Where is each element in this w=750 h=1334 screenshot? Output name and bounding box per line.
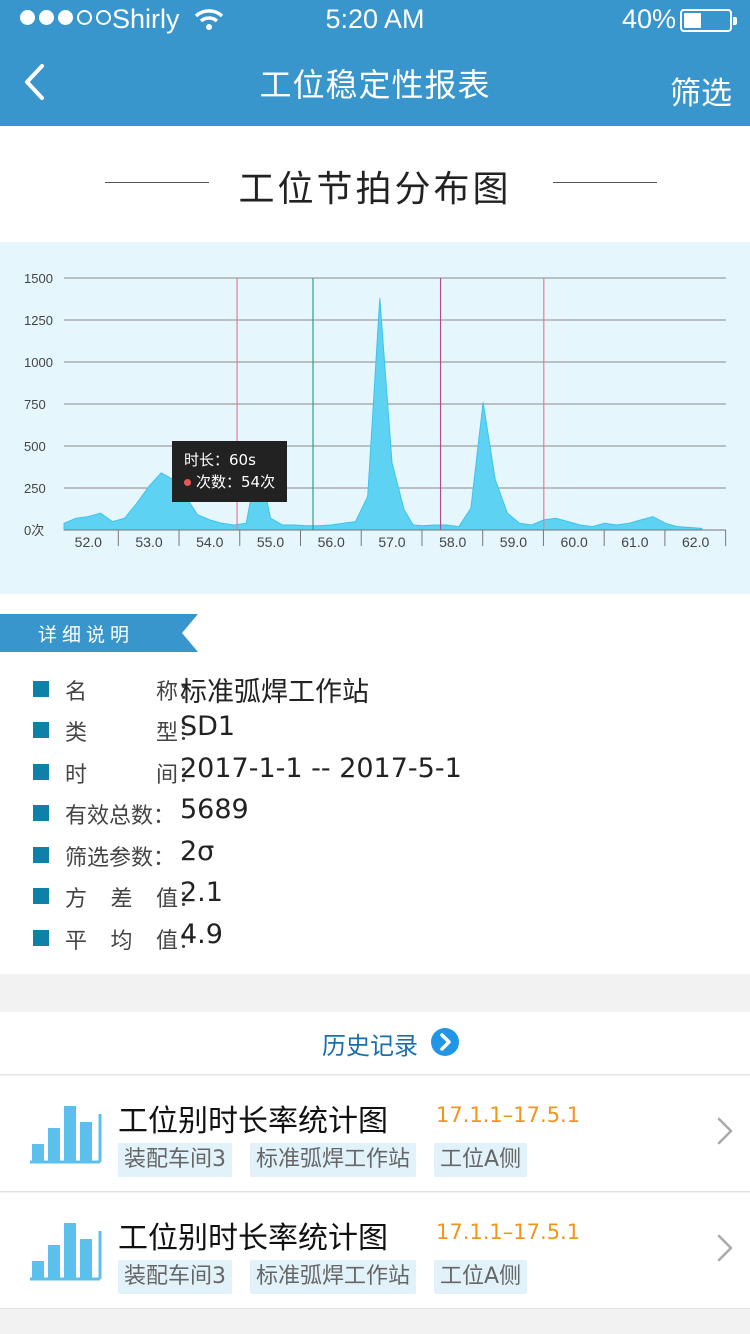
x-tick-label: 54.0 <box>196 534 223 550</box>
tag: 工位A侧 <box>434 1260 528 1294</box>
tooltip-duration: 时长：60s <box>184 451 256 469</box>
page-title: 工位稳定性报表 <box>259 66 491 104</box>
report-title: 工位别时长率统计图 <box>118 1104 388 1139</box>
battery-percentage: 40% <box>622 4 677 34</box>
detail-row: 类型： SD1 <box>33 711 733 747</box>
detail-row: 时间： 2017-1-1 -- 2017-5-1 <box>33 753 733 789</box>
tag: 标准弧焊工作站 <box>250 1260 417 1294</box>
chevron-right-icon[interactable] <box>716 1116 734 1146</box>
y-tick-label: 500 <box>24 439 46 454</box>
y-tick-label: 0次 <box>24 523 44 538</box>
detail-row: 方差值： 2.1 <box>33 877 733 913</box>
x-tick-label: 52.0 <box>75 534 102 550</box>
bullet-square-icon <box>33 847 49 863</box>
details-heading: 详细说明 <box>38 624 135 646</box>
status-bar: Shirly 5:20 AM 40% <box>0 0 750 40</box>
detail-label-part: 筛选参数： <box>65 846 176 871</box>
navigation-bar: 工位稳定性报表 筛选 <box>0 40 750 126</box>
x-tick-label: 55.0 <box>257 534 284 550</box>
battery-icon <box>680 9 737 32</box>
x-tick-label: 58.0 <box>439 534 466 550</box>
x-tick-label: 53.0 <box>135 534 162 550</box>
history-link[interactable]: 历史记录 <box>0 1012 750 1075</box>
bullet-square-icon <box>33 681 49 697</box>
bullet-square-icon <box>33 764 49 780</box>
detail-label-part: 时 <box>65 763 88 788</box>
x-tick-label: 61.0 <box>621 534 648 550</box>
filter-button[interactable]: 筛选 <box>670 68 732 113</box>
x-tick-label: 57.0 <box>378 534 405 550</box>
divider-line-right <box>553 182 657 183</box>
detail-label-part: 有效总数： <box>65 804 176 829</box>
y-tick-label: 1500 <box>24 271 53 286</box>
detail-value: 2.1 <box>180 877 223 908</box>
y-tick-label: 1250 <box>24 313 53 328</box>
chart-header: 工位节拍分布图 <box>0 126 750 242</box>
arrow-right-circle-icon[interactable] <box>431 1028 459 1056</box>
detail-value: 4.9 <box>180 919 223 950</box>
detail-label-part: 差 <box>110 887 133 912</box>
detail-value: 5689 <box>180 794 249 825</box>
report-list-item[interactable]: 工位别时长率统计图 17.1.1–17.5.1 装配车间3 标准弧焊工作站 工位A侧 <box>0 1076 750 1192</box>
detail-label-part: 名 <box>65 680 88 705</box>
report-date-range: 17.1.1–17.5.1 <box>436 1103 581 1127</box>
detail-row: 平均值： 4.9 <box>33 919 733 955</box>
tag-list: 装配车间3 标准弧焊工作站 工位A侧 <box>118 1143 528 1177</box>
area-series <box>63 298 703 531</box>
detail-value: SD1 <box>180 711 236 742</box>
tag-list: 装配车间3 标准弧焊工作站 工位A侧 <box>118 1260 528 1294</box>
tag: 装配车间3 <box>118 1143 232 1177</box>
bar-chart-icon <box>30 1106 102 1164</box>
detail-label-part: 平 <box>65 929 88 954</box>
tooltip-count: 次数：54次 <box>196 473 276 491</box>
bar-chart-icon <box>30 1223 102 1281</box>
details-panel: 详细说明 名称： 标准弧焊工作站类型： SD1 时间： 2017-1-1 -- 2017… <box>0 594 750 974</box>
detail-label-part: 类 <box>65 721 88 746</box>
y-tick-label: 250 <box>24 481 46 496</box>
detail-row: 名称： 标准弧焊工作站 <box>33 670 733 708</box>
y-tick-label: 1000 <box>24 355 53 370</box>
report-title: 工位别时长率统计图 <box>118 1221 388 1256</box>
bullet-square-icon <box>33 805 49 821</box>
distribution-chart[interactable]: 0次 250 500 750 1000 1250 1500 52.0 53.0 54.0 55.0 5… <box>0 242 750 594</box>
x-tick-label: 59.0 <box>500 534 527 550</box>
chart-section-title: 工位节拍分布图 <box>238 169 512 210</box>
bullet-square-icon <box>33 888 49 904</box>
x-tick-label: 62.0 <box>682 534 709 550</box>
tag: 工位A侧 <box>434 1143 528 1177</box>
area-chart[interactable]: 0次 250 500 750 1000 1250 1500 52.0 53.0 54.0 55.0 5… <box>0 242 750 594</box>
detail-value: 2017-1-1 -- 2017-5-1 <box>180 753 462 784</box>
tag: 装配车间3 <box>118 1260 232 1294</box>
tag: 标准弧焊工作站 <box>250 1143 417 1177</box>
x-tick-label: 56.0 <box>318 534 345 550</box>
report-date-range: 17.1.1–17.5.1 <box>436 1220 581 1244</box>
detail-value: 标准弧焊工作站 <box>180 677 369 708</box>
detail-row: 筛选参数： 2σ <box>33 836 733 872</box>
bullet-square-icon <box>33 722 49 738</box>
bullet-square-icon <box>33 930 49 946</box>
detail-label-part: 均 <box>110 929 133 954</box>
chart-tooltip: 时长：60s 次数：54次 <box>172 441 287 502</box>
chevron-right-icon[interactable] <box>716 1233 734 1263</box>
detail-row: 有效总数： 5689 <box>33 794 733 830</box>
series-dot-icon <box>184 479 191 486</box>
x-tick-label: 60.0 <box>561 534 588 550</box>
y-tick-label: 750 <box>24 397 46 412</box>
detail-label-part: 方 <box>65 887 88 912</box>
report-list-item[interactable]: 工位别时长率统计图 17.1.1–17.5.1 装配车间3 标准弧焊工作站 工位A侧 <box>0 1193 750 1309</box>
detail-value: 2σ <box>180 836 215 867</box>
history-label[interactable]: 历史记录 <box>322 1026 418 1061</box>
